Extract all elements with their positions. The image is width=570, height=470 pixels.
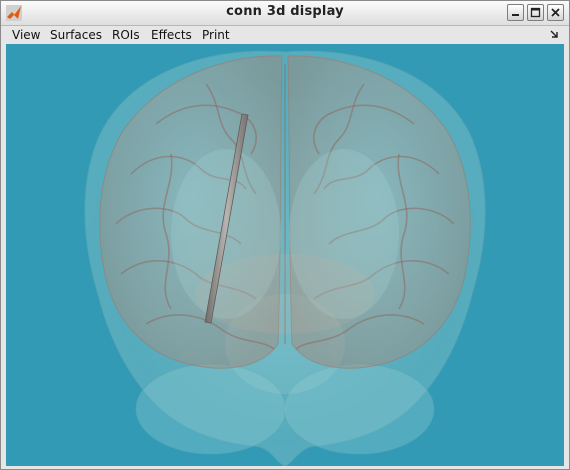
maximize-button[interactable] <box>527 4 544 21</box>
close-button[interactable] <box>547 4 564 21</box>
window-title: conn 3d display <box>226 4 344 19</box>
menu-rois[interactable]: ROIs <box>112 27 140 43</box>
title-bar[interactable]: conn 3d display <box>1 1 569 26</box>
brain-render[interactable] <box>6 44 564 466</box>
conn-3d-display-window: conn 3d display View Surfaces ROIs Effec… <box>0 0 570 470</box>
menu-print[interactable]: Print <box>202 27 230 43</box>
menu-bar: View Surfaces ROIs Effects Print <box>1 26 569 44</box>
close-icon <box>551 8 560 17</box>
maximize-icon <box>530 7 541 18</box>
menu-effects[interactable]: Effects <box>151 27 192 43</box>
menu-view[interactable]: View <box>12 27 40 43</box>
3d-display-canvas[interactable] <box>6 44 564 466</box>
menu-surfaces[interactable]: Surfaces <box>50 27 102 43</box>
minimize-icon <box>512 14 519 16</box>
dock-arrow-icon[interactable] <box>549 29 559 41</box>
minimize-button[interactable] <box>507 4 524 21</box>
